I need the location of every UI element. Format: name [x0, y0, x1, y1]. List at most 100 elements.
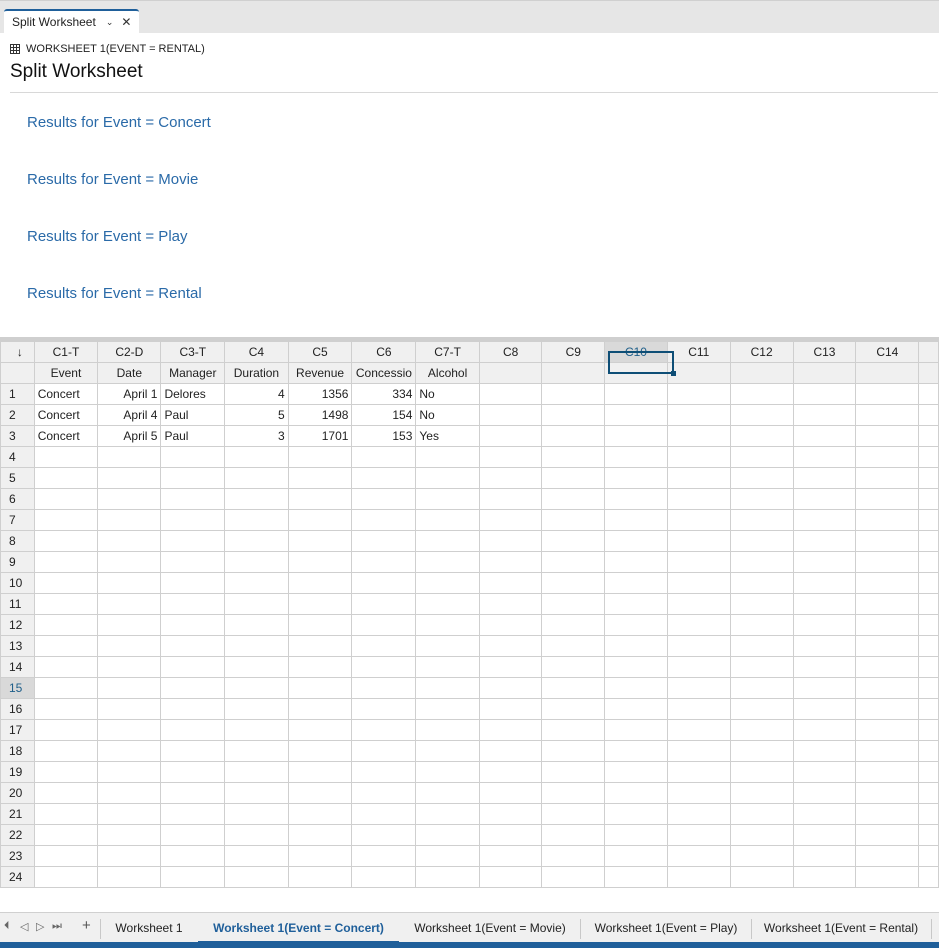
grid-cell[interactable]	[666, 404, 731, 426]
grid-cell[interactable]	[541, 425, 606, 447]
grid-cell[interactable]	[287, 509, 353, 531]
grid-cell[interactable]	[224, 635, 289, 657]
grid-cell[interactable]	[224, 509, 289, 531]
grid-cell[interactable]	[97, 656, 162, 678]
grid-cell[interactable]	[224, 530, 289, 552]
grid-cell[interactable]	[729, 404, 794, 426]
grid-cell[interactable]	[729, 509, 794, 531]
grid-cell[interactable]	[415, 446, 480, 468]
grid-cell[interactable]	[351, 614, 417, 636]
grid-cell[interactable]	[666, 383, 731, 405]
grid-cell[interactable]	[224, 719, 289, 741]
grid-cell[interactable]	[729, 425, 794, 447]
worksheet-grid[interactable]: ↓ C1-T C2-D C3-T C4 C5 C6 C7-T C8 C9 C10 C11 C12 C13 C…	[0, 341, 939, 912]
grid-cell[interactable]	[604, 740, 668, 762]
grid-cell[interactable]	[287, 488, 353, 510]
grid-cell[interactable]	[541, 635, 606, 657]
grid-cell[interactable]	[97, 635, 162, 657]
grid-cell[interactable]	[351, 866, 417, 888]
grid-cell[interactable]	[224, 593, 289, 615]
grid-cell[interactable]	[541, 782, 606, 804]
grid-cell[interactable]	[287, 551, 353, 573]
grid-cell[interactable]	[351, 824, 417, 846]
grid-cell[interactable]	[541, 593, 606, 615]
grid-cell[interactable]	[224, 824, 289, 846]
column-name-cell[interactable]	[792, 362, 857, 384]
grid-cell[interactable]	[855, 803, 920, 825]
grid-cell[interactable]	[792, 677, 857, 699]
grid-cell[interactable]	[855, 614, 920, 636]
grid-cell[interactable]	[97, 782, 162, 804]
grid-cell[interactable]	[160, 698, 226, 720]
grid-cell[interactable]	[351, 467, 417, 489]
grid-cell[interactable]	[855, 488, 920, 510]
grid-cell[interactable]	[792, 824, 857, 846]
grid-cell[interactable]	[97, 719, 162, 741]
grid-cell[interactable]	[855, 866, 920, 888]
grid-cell[interactable]	[160, 530, 226, 552]
grid-cell[interactable]	[287, 866, 353, 888]
grid-cell[interactable]	[478, 803, 543, 825]
grid-cell[interactable]	[604, 488, 668, 510]
grid-cell[interactable]	[478, 740, 543, 762]
grid-cell[interactable]	[415, 740, 480, 762]
grid-cell[interactable]	[351, 572, 417, 594]
grid-cell[interactable]	[160, 740, 226, 762]
grid-cell[interactable]	[666, 761, 731, 783]
grid-cell[interactable]	[541, 404, 606, 426]
grid-cell[interactable]	[415, 488, 480, 510]
grid-cell[interactable]	[729, 677, 794, 699]
grid-cell[interactable]	[351, 845, 417, 867]
grid-cell[interactable]	[855, 404, 920, 426]
grid-cell[interactable]	[792, 866, 857, 888]
column-header[interactable]: C14	[855, 341, 920, 363]
grid-cell[interactable]	[33, 677, 99, 699]
grid-cell[interactable]	[604, 425, 668, 447]
row-header[interactable]: 17	[0, 719, 35, 741]
grid-cell[interactable]	[33, 446, 99, 468]
grid-cell[interactable]: Yes	[415, 425, 480, 447]
grid-cell[interactable]	[792, 509, 857, 531]
grid-cell[interactable]	[478, 530, 543, 552]
grid-cell[interactable]: No	[415, 404, 480, 426]
grid-cell[interactable]	[729, 719, 794, 741]
grid-cell[interactable]: April 5	[97, 425, 162, 447]
grid-cell[interactable]	[729, 593, 794, 615]
grid-cell[interactable]	[666, 572, 731, 594]
grid-cell[interactable]	[33, 509, 99, 531]
grid-cell[interactable]	[855, 719, 920, 741]
grid-cell[interactable]	[541, 803, 606, 825]
grid-cell[interactable]	[224, 698, 289, 720]
grid-cell[interactable]	[351, 782, 417, 804]
grid-cell[interactable]	[224, 866, 289, 888]
grid-cell[interactable]	[478, 404, 543, 426]
next-sheet-icon[interactable]: ▷	[36, 920, 44, 933]
grid-cell[interactable]	[792, 572, 857, 594]
grid-cell[interactable]	[792, 383, 857, 405]
grid-cell[interactable]	[224, 677, 289, 699]
select-all-corner[interactable]: ↓	[0, 341, 35, 363]
grid-cell[interactable]	[729, 446, 794, 468]
grid-cell[interactable]	[541, 551, 606, 573]
grid-cell[interactable]	[729, 698, 794, 720]
grid-cell[interactable]	[666, 446, 731, 468]
grid-cell[interactable]: No	[415, 383, 480, 405]
row-header[interactable]: 21	[0, 803, 35, 825]
grid-cell[interactable]	[478, 698, 543, 720]
grid-cell[interactable]	[729, 782, 794, 804]
grid-cell[interactable]: 3	[224, 425, 289, 447]
grid-cell[interactable]	[478, 614, 543, 636]
fill-handle[interactable]	[671, 371, 676, 376]
column-header[interactable]: C5	[287, 341, 353, 363]
sheet-tab-movie[interactable]: Worksheet 1(Event = Movie)	[400, 913, 580, 943]
grid-cell[interactable]	[604, 845, 668, 867]
grid-cell[interactable]	[666, 698, 731, 720]
grid-cell[interactable]	[33, 551, 99, 573]
row-header[interactable]: 16	[0, 698, 35, 720]
column-name-cell[interactable]: Event	[33, 362, 99, 384]
grid-cell[interactable]	[224, 761, 289, 783]
grid-cell[interactable]	[351, 530, 417, 552]
row-header[interactable]: 6	[0, 488, 35, 510]
grid-cell[interactable]	[351, 593, 417, 615]
grid-cell[interactable]	[97, 446, 162, 468]
